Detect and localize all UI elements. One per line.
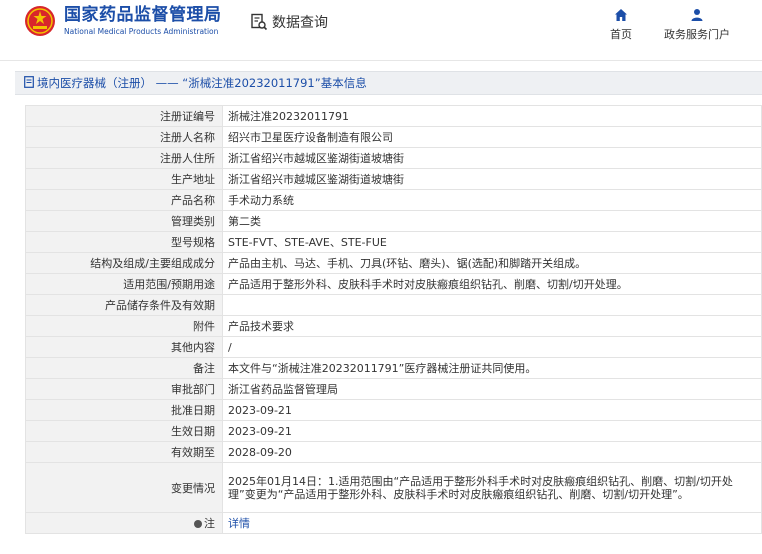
field-label: 注册人名称 xyxy=(25,126,223,148)
details-link[interactable]: 详情 xyxy=(228,517,250,530)
field-value: 浙械注准20232011791 xyxy=(222,105,762,127)
field-label: 产品名称 xyxy=(25,189,223,211)
table-row: 适用范围/预期用途 产品适用于整形外科、皮肤科手术时对皮肤瘢痕组织钻孔、削磨、切… xyxy=(25,273,762,295)
field-value: 2028-09-20 xyxy=(222,441,762,463)
field-label: 生产地址 xyxy=(25,168,223,190)
table-row: 附件 产品技术要求 xyxy=(25,315,762,337)
table-row: 注册人名称 绍兴市卫星医疗设备制造有限公司 xyxy=(25,126,762,148)
table-row: 注册人住所 浙江省绍兴市越城区鉴湖街道坡塘街 xyxy=(25,147,762,169)
field-value: / xyxy=(222,336,762,358)
note-value-cell: 详情 xyxy=(222,512,762,534)
field-value: 浙江省绍兴市越城区鉴湖街道坡塘街 xyxy=(222,147,762,169)
field-value: 本文件与“浙械注准20232011791”医疗器械注册证共同使用。 xyxy=(222,357,762,379)
field-value: 手术动力系统 xyxy=(222,189,762,211)
field-value: 浙江省药品监督管理局 xyxy=(222,378,762,400)
table-row: 结构及组成/主要组成成分 产品由主机、马达、手机、刀具(环钻、磨头)、锯(选配)… xyxy=(25,252,762,274)
table-row: 批准日期 2023-09-21 xyxy=(25,399,762,421)
field-label: 变更情况 xyxy=(25,462,223,513)
site-header: 国家药品监督管理局 National Medical Products Admi… xyxy=(0,0,762,61)
field-label: 适用范围/预期用途 xyxy=(25,273,223,295)
table-row: 管理类别 第二类 xyxy=(25,210,762,232)
user-icon xyxy=(691,9,703,21)
field-label: 产品储存条件及有效期 xyxy=(25,294,223,316)
device-info-table: 注册证编号 浙械注准20232011791 注册人名称 绍兴市卫星医疗设备制造有… xyxy=(25,105,762,534)
field-label: 注册人住所 xyxy=(25,147,223,169)
detail-title-bar: 境内医疗器械（注册） —— “浙械注准20232011791”基本信息 xyxy=(15,71,762,95)
agency-brand: 国家药品监督管理局 National Medical Products Admi… xyxy=(64,4,222,38)
table-row: 审批部门 浙江省药品监督管理局 xyxy=(25,378,762,400)
field-value: 2023-09-21 xyxy=(222,420,762,442)
field-value: 产品技术要求 xyxy=(222,315,762,337)
document-icon xyxy=(24,76,34,88)
table-row: 注 详情 xyxy=(25,512,762,534)
field-label: 管理类别 xyxy=(25,210,223,232)
field-label: 型号规格 xyxy=(25,231,223,253)
field-value: 浙江省绍兴市越城区鉴湖街道坡塘街 xyxy=(222,168,762,190)
field-label: 附件 xyxy=(25,315,223,337)
table-row: 产品储存条件及有效期 xyxy=(25,294,762,316)
table-row: 产品名称 手术动力系统 xyxy=(25,189,762,211)
field-value xyxy=(222,294,762,316)
table-row: 变更情况 2025年01月14日：1.适用范围由“产品适用于整形外科手术时对皮肤… xyxy=(25,462,762,513)
nav-service-portal[interactable]: 政务服务门户 xyxy=(664,8,730,42)
note-label: 注 xyxy=(204,517,215,530)
field-label: 注册证编号 xyxy=(25,105,223,127)
field-value: 第二类 xyxy=(222,210,762,232)
field-label: 生效日期 xyxy=(25,420,223,442)
document-search-icon xyxy=(251,13,268,31)
field-value: 产品适用于整形外科、皮肤科手术时对皮肤瘢痕组织钻孔、削磨、切割/切开处理。 xyxy=(222,273,762,295)
agency-name-cn: 国家药品监督管理局 xyxy=(64,5,222,25)
field-value: STE-FVT、STE-AVE、STE-FUE xyxy=(222,231,762,253)
table-row: 备注 本文件与“浙械注准20232011791”医疗器械注册证共同使用。 xyxy=(25,357,762,379)
field-label: 批准日期 xyxy=(25,399,223,421)
agency-logo[interactable]: 国家药品监督管理局 National Medical Products Admi… xyxy=(24,4,222,38)
page-title: 境内医疗器械（注册） —— “浙械注准20232011791”基本信息 xyxy=(37,76,367,90)
table-row: 其他内容 / xyxy=(25,336,762,358)
table-row: 生产地址 浙江省绍兴市越城区鉴湖街道坡塘街 xyxy=(25,168,762,190)
nav-home[interactable]: 首页 xyxy=(610,8,632,42)
field-label: 审批部门 xyxy=(25,378,223,400)
nav-home-label: 首页 xyxy=(610,28,632,41)
field-value: 绍兴市卫星医疗设备制造有限公司 xyxy=(222,126,762,148)
agency-name-en: National Medical Products Administration xyxy=(64,27,219,36)
field-value: 产品由主机、马达、手机、刀具(环钻、磨头)、锯(选配)和脚踏开关组成。 xyxy=(222,252,762,274)
field-label: 有效期至 xyxy=(25,441,223,463)
field-value: 2025年01月14日：1.适用范围由“产品适用于整形外科手术时对皮肤瘢痕组织钻… xyxy=(222,462,762,513)
field-label: 备注 xyxy=(25,357,223,379)
home-icon xyxy=(615,9,627,21)
bullet-icon xyxy=(194,520,202,528)
table-row: 生效日期 2023-09-21 xyxy=(25,420,762,442)
nav-portal-label: 政务服务门户 xyxy=(664,28,730,41)
table-row: 有效期至 2028-09-20 xyxy=(25,441,762,463)
table-row: 注册证编号 浙械注准20232011791 xyxy=(25,105,762,127)
data-query-label: 数据查询 xyxy=(272,15,328,31)
field-label: 其他内容 xyxy=(25,336,223,358)
table-row: 型号规格 STE-FVT、STE-AVE、STE-FUE xyxy=(25,231,762,253)
data-query-link[interactable]: 数据查询 xyxy=(250,12,328,32)
field-value: 2023-09-21 xyxy=(222,399,762,421)
national-emblem-icon xyxy=(25,6,55,36)
note-label-cell: 注 xyxy=(25,512,223,534)
field-label: 结构及组成/主要组成成分 xyxy=(25,252,223,274)
